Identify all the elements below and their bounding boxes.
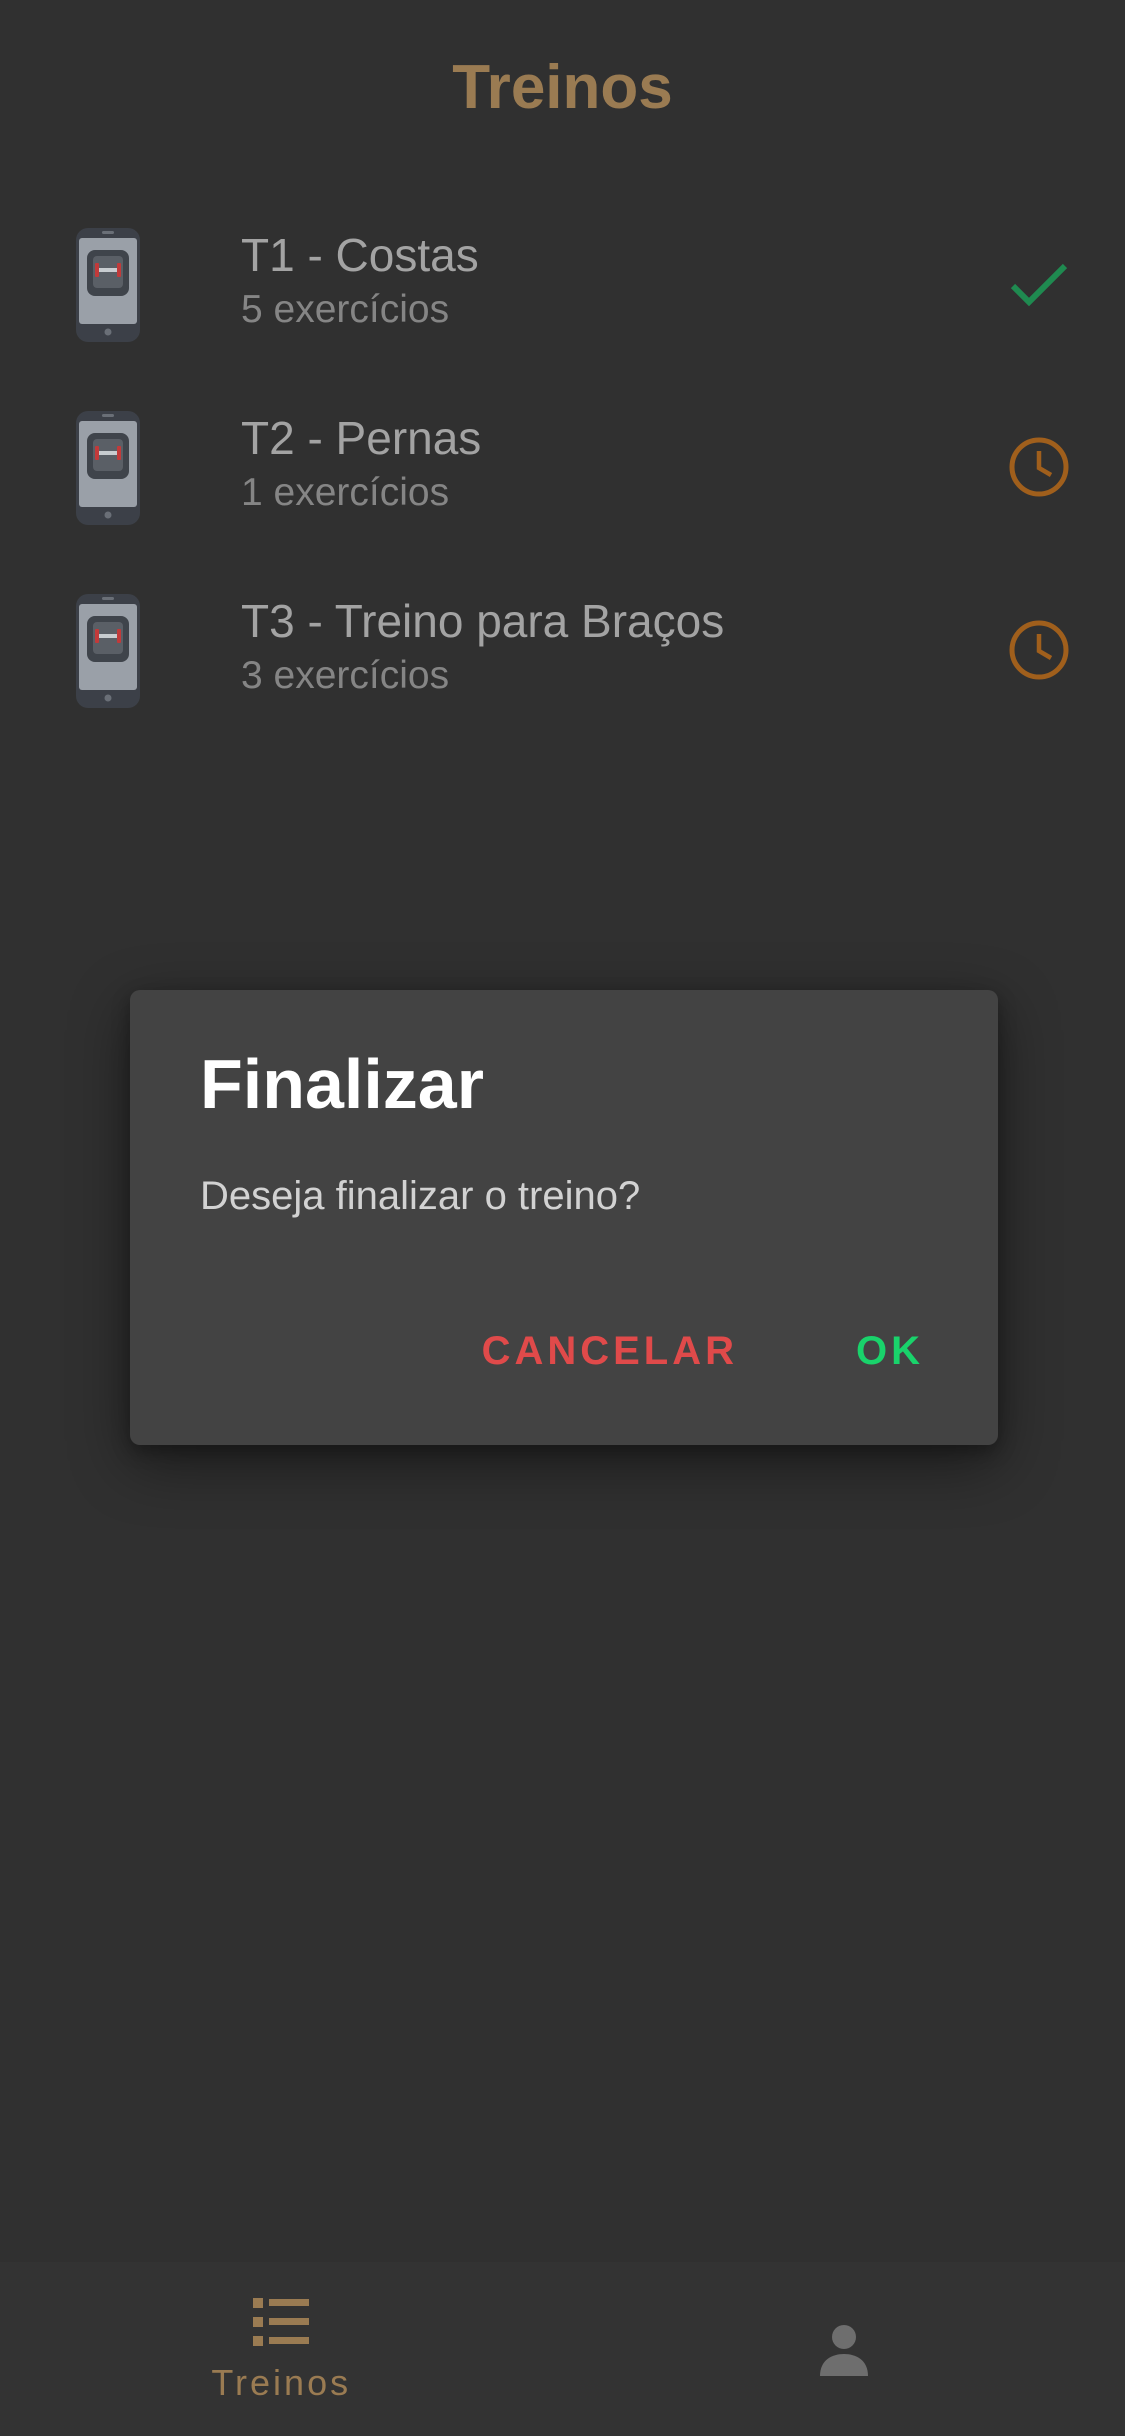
workout-text: T2 - Pernas 1 exercícios	[241, 409, 481, 519]
workout-item[interactable]: T3 - Treino para Braços 3 exercícios	[0, 566, 1125, 749]
app-header: Treinos	[0, 0, 1125, 170]
workout-text: T3 - Treino para Braços 3 exercícios	[241, 592, 724, 702]
nav-label-treinos: Treinos	[211, 2362, 352, 2403]
bottom-navigation: Treinos	[0, 2262, 1125, 2436]
workout-item[interactable]: T1 - Costas 5 exercícios	[0, 200, 1125, 383]
nav-item-profile[interactable]	[563, 2262, 1125, 2436]
dialog-actions: CANCELAR OK	[458, 1306, 948, 1396]
workout-list: T1 - Costas 5 exercícios T2 - Pernas 1 e…	[0, 200, 1125, 749]
finish-dialog: Finalizar Deseja finalizar o treino? CAN…	[130, 990, 998, 1445]
list-icon	[253, 2298, 310, 2346]
nav-item-treinos[interactable]: Treinos	[0, 2262, 563, 2436]
workout-exercise-count: 5 exercícios	[241, 288, 450, 331]
cancel-button[interactable]: CANCELAR	[458, 1319, 762, 1384]
person-icon	[819, 2325, 868, 2376]
workout-exercise-count: 3 exercícios	[241, 654, 450, 697]
workout-title: T2 - Pernas	[241, 412, 482, 464]
workout-title: T1 - Costas	[241, 229, 479, 281]
check-icon	[1010, 263, 1068, 307]
workout-item[interactable]: T2 - Pernas 1 exercícios	[0, 383, 1125, 566]
dialog-title: Finalizar	[200, 1045, 484, 1123]
phone-dumbbell-icon	[76, 411, 140, 525]
workout-text: T1 - Costas 5 exercícios	[241, 226, 479, 336]
phone-dumbbell-icon	[76, 594, 140, 708]
workout-title: T3 - Treino para Braços	[241, 595, 725, 647]
ok-button[interactable]: OK	[832, 1319, 948, 1384]
clock-icon	[1009, 620, 1069, 680]
phone-dumbbell-icon	[76, 228, 140, 342]
dialog-message: Deseja finalizar o treino?	[200, 1174, 641, 1218]
page-title: Treinos	[452, 52, 673, 122]
workout-exercise-count: 1 exercícios	[241, 471, 450, 514]
clock-icon	[1009, 437, 1069, 497]
